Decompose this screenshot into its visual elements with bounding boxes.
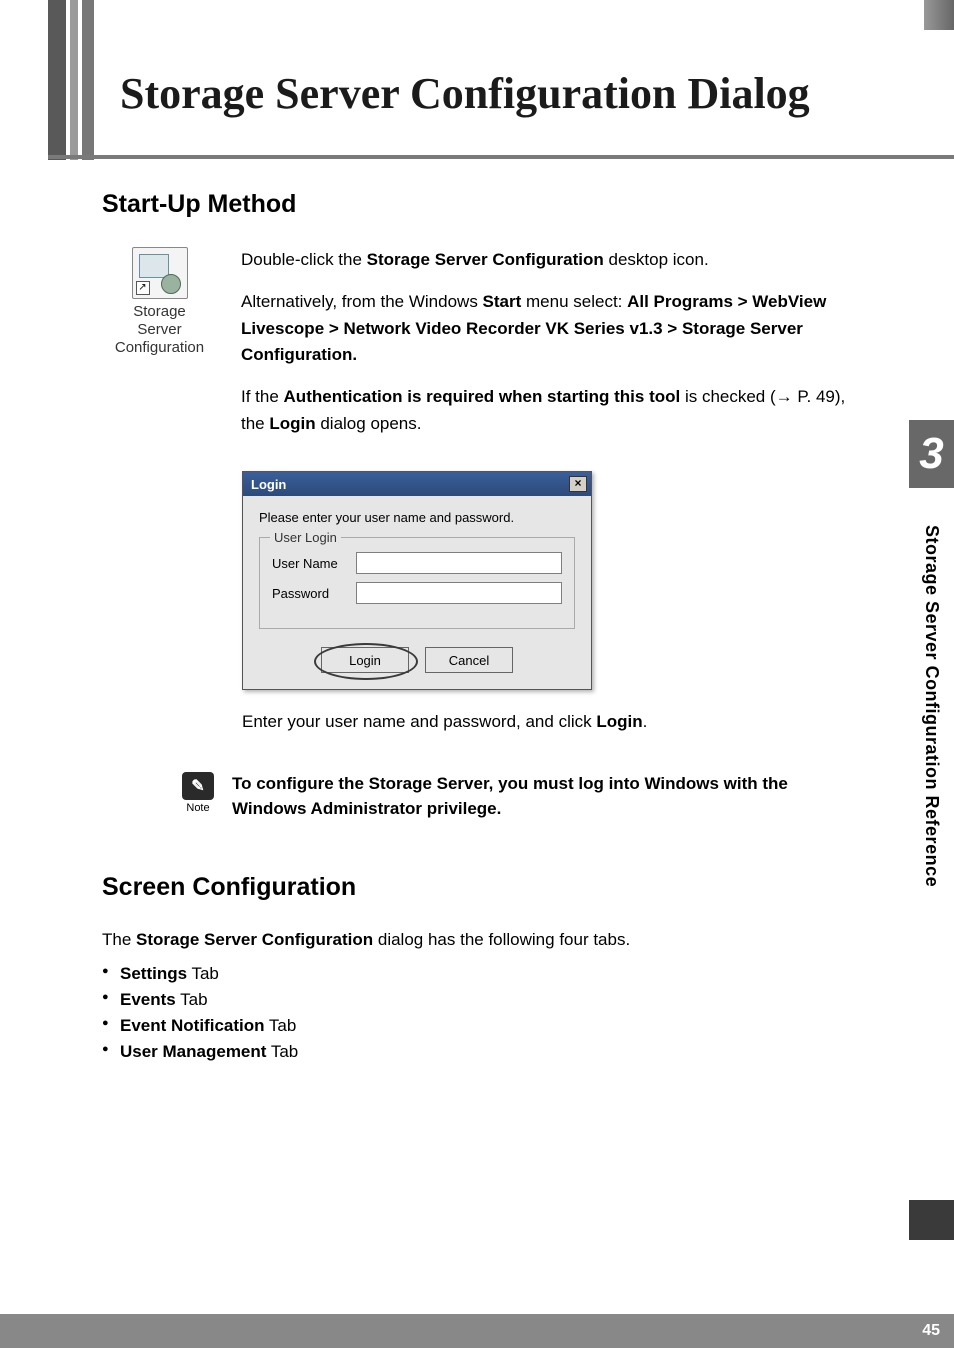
login-button[interactable]: Login (321, 647, 409, 673)
username-label: User Name (272, 556, 356, 571)
dialog-titlebar: Login × (243, 472, 591, 496)
side-thumb-marker (909, 1200, 954, 1240)
startup-para-3: If the Authentication is required when s… (241, 384, 862, 437)
login-prompt: Please enter your user name and password… (259, 510, 575, 525)
icon-caption-line: Configuration (102, 339, 217, 357)
note-label: Note (182, 802, 214, 814)
user-login-group: User Login User Name Password (259, 537, 575, 629)
fieldset-legend: User Login (270, 530, 341, 545)
title-underline (48, 155, 954, 159)
list-item: Event Notification Tab (102, 1016, 862, 1036)
password-label: Password (272, 586, 356, 601)
password-input[interactable] (356, 582, 562, 604)
chapter-side-bars (48, 0, 100, 160)
list-item: Events Tab (102, 990, 862, 1010)
icon-caption-line: Server (102, 321, 217, 339)
storage-server-config-icon: ↗ (132, 247, 188, 299)
after-login-instruction: Enter your user name and password, and c… (242, 712, 842, 732)
screen-config-intro: The Storage Server Configuration dialog … (102, 930, 862, 950)
startup-para-2: Alternatively, from the Windows Start me… (241, 289, 862, 368)
shortcut-arrow-icon: ↗ (136, 281, 150, 295)
username-input[interactable] (356, 552, 562, 574)
page-footer: 45 (0, 1314, 954, 1348)
note-icon: ✎ (182, 772, 214, 800)
desktop-shortcut-icon: ↗ Storage Server Configuration (102, 247, 217, 357)
tabs-list: Settings Tab Events Tab Event Notificati… (102, 964, 862, 1062)
close-button[interactable]: × (569, 476, 587, 492)
corner-decor (924, 0, 954, 30)
page-title: Storage Server Configuration Dialog (120, 68, 810, 119)
cancel-button[interactable]: Cancel (425, 647, 513, 673)
login-dialog: Login × Please enter your user name and … (242, 471, 592, 690)
dialog-title: Login (251, 477, 286, 492)
page-number: 45 (922, 1322, 940, 1340)
chapter-side-title: Storage Server Configuration Reference (921, 496, 942, 916)
note-text: To configure the Storage Server, you mus… (232, 772, 862, 821)
screen-config-heading: Screen Configuration (102, 873, 862, 902)
startup-heading: Start-Up Method (102, 190, 862, 219)
startup-para-1: Double-click the Storage Server Configur… (241, 247, 862, 273)
list-item: User Management Tab (102, 1042, 862, 1062)
chapter-number-badge: 3 (909, 420, 954, 488)
list-item: Settings Tab (102, 964, 862, 984)
icon-caption-line: Storage (102, 303, 217, 321)
